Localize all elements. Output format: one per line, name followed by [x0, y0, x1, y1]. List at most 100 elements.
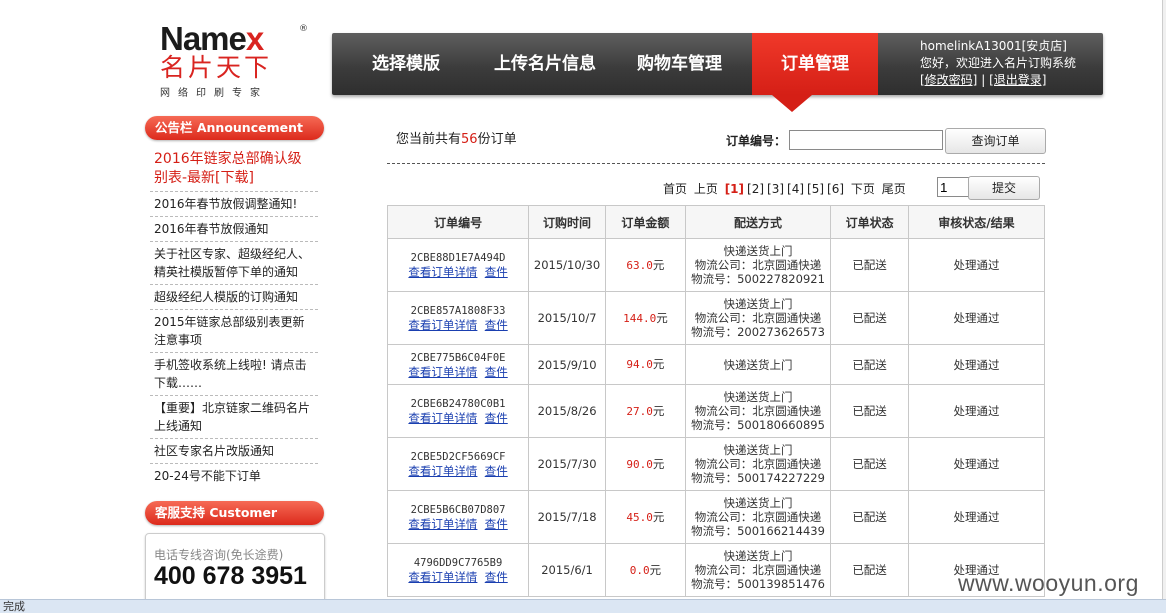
page-link[interactable]: [2] [747, 182, 764, 196]
order-id: 2CBE5B6CB07D807 [410, 504, 506, 516]
track-shipment-link[interactable]: 查件 [485, 365, 508, 379]
order-amount-cell: 63.0元 [604, 238, 686, 292]
browser-status-bar: 完成 [0, 599, 1166, 613]
order-detail-link[interactable]: 查看订单详情 [408, 365, 477, 379]
review-result: 处理通过 [907, 238, 1046, 292]
page-link[interactable]: [4] [787, 182, 804, 196]
order-detail-link[interactable]: 查看订单详情 [408, 517, 477, 531]
table-row: 2CBE857A1808F33 查看订单详情 查件 2015/10/7 144.0元快… [386, 291, 1046, 345]
order-amount-cell: 144.0元 [604, 291, 686, 345]
order-date: 2015/8/26 [528, 384, 606, 438]
currency-unit: 元 [652, 509, 665, 524]
announcement-item[interactable]: 2016年链家总部确认级别表-最新[下载] [150, 147, 318, 192]
order-status: 已配送 [830, 384, 909, 438]
order-amount-cell: 0.0元 [604, 543, 686, 597]
review-result: 处理通过 [907, 344, 1046, 385]
page-link[interactable]: [3] [767, 182, 784, 196]
change-password-link[interactable]: [修改密码] [920, 73, 977, 87]
last-page-link[interactable]: 尾页 [882, 182, 906, 196]
announcement-item[interactable]: 【重要】北京链家二维码名片上线通知 [150, 396, 318, 439]
currency-unit: 元 [652, 403, 665, 418]
nav-order-management[interactable]: 订单管理 [752, 33, 878, 95]
shipping-method: 快递送货上门 [723, 297, 793, 311]
tracking-number: 物流号：500180660895 [691, 418, 825, 432]
track-shipment-link[interactable]: 查件 [485, 517, 508, 531]
table-row: 2CBE775B6C04F0E 查看订单详情 查件 2015/9/10 94.0元 快递… [386, 344, 1046, 385]
announcement-item[interactable]: 手机签收系统上线啦! 请点击下载…… [150, 353, 318, 396]
logistics-company: 物流公司：北京圆通快递 [694, 563, 822, 577]
logistics-company: 物流公司：北京圆通快递 [694, 311, 822, 325]
pagination: 首页 上页 [1] [2] [3] [4] [5] [6] 下页 尾页 [663, 180, 909, 197]
announcement-item[interactable]: 超级经纪人模版的订购通知 [150, 285, 318, 310]
order-detail-link[interactable]: 查看订单详情 [408, 570, 477, 584]
divider [387, 163, 1045, 164]
order-status: 已配送 [830, 437, 909, 491]
track-shipment-link[interactable]: 查件 [485, 464, 508, 478]
announcement-item[interactable]: 20-24号不能下订单 [150, 464, 318, 488]
tracking-number: 物流号：500174227229 [691, 471, 825, 485]
first-page-link[interactable]: 首页 [663, 182, 687, 196]
order-amount-cell: 45.0元 [604, 490, 686, 544]
prev-page-link[interactable]: 上页 [694, 182, 718, 196]
column-header: 订单编号 [386, 205, 530, 239]
scrollbar-edge[interactable] [1162, 0, 1166, 599]
user-account: homelinkA13001[安贞店] [920, 39, 1067, 53]
tracking-number: 物流号：500227820921 [691, 272, 825, 286]
order-detail-link[interactable]: 查看订单详情 [408, 318, 477, 332]
order-count: 56 [461, 132, 478, 147]
announcement-item[interactable]: 关于社区专家、超级经纪人、精英社模版暂停下单的通知 [150, 242, 318, 285]
shipping-method: 快递送货上门 [723, 390, 793, 404]
order-amount: 45.0 [626, 510, 653, 524]
order-id: 2CBE775B6C04F0E [410, 351, 506, 364]
table-row: 2CBE6B24780C0B1 查看订单详情 查件 2015/8/26 27.0元 快递… [386, 384, 1046, 438]
logout-link[interactable]: [退出登录] [989, 73, 1046, 87]
announcement-item[interactable]: 2015年链家总部级别表更新注意事项 [150, 310, 318, 353]
nav-upload-card-info[interactable]: 上传名片信息 [480, 33, 610, 95]
shipping-cell: 快递送货上门 [684, 344, 832, 385]
column-header: 审核状态/结果 [907, 205, 1046, 239]
user-info: homelinkA13001[安贞店] 您好，欢迎进入名片订购系统 [修改密码]… [920, 38, 1076, 89]
tracking-number: 物流号：200273626573 [691, 325, 825, 339]
track-shipment-link[interactable]: 查件 [485, 265, 508, 279]
announcement-item[interactable]: 2016年春节放假调整通知! [150, 192, 318, 217]
order-date: 2015/10/30 [528, 238, 606, 292]
order-date: 2015/7/30 [528, 437, 606, 491]
order-amount-cell: 27.0元 [604, 384, 686, 438]
page-link[interactable]: [6] [827, 182, 844, 196]
page-link-current[interactable]: [1] [725, 182, 744, 196]
next-page-link[interactable]: 下页 [851, 182, 875, 196]
announcement-list: 2016年链家总部确认级别表-最新[下载] 2016年春节放假调整通知! 201… [150, 147, 318, 488]
announcement-item[interactable]: 社区专家名片改版通知 [150, 439, 318, 464]
order-id: 2CBE5D2CF5669CF [410, 451, 506, 463]
nav-select-template[interactable]: 选择模版 [346, 33, 466, 95]
page-submit-button[interactable]: 提交 [968, 176, 1040, 200]
shipping-cell: 快递送货上门 物流公司：北京圆通快递 物流号：500139851476 [684, 543, 832, 597]
currency-unit: 元 [649, 562, 662, 577]
page-link[interactable]: [5] [807, 182, 824, 196]
active-tab-pointer [772, 95, 812, 112]
currency-unit: 元 [652, 257, 665, 272]
order-id: 2CBE857A1808F33 [410, 305, 506, 317]
order-number-input[interactable] [789, 130, 943, 150]
order-detail-link[interactable]: 查看订单详情 [408, 411, 477, 425]
column-header: 订单状态 [830, 205, 909, 239]
review-result: 处理通过 [907, 437, 1046, 491]
track-shipment-link[interactable]: 查件 [485, 570, 508, 584]
shipping-method: 快递送货上门 [723, 244, 793, 258]
logo-chinese-name: 名片天下 [160, 53, 273, 82]
shipping-cell: 快递送货上门 物流公司：北京圆通快递 物流号：200273626573 [684, 291, 832, 345]
track-shipment-link[interactable]: 查件 [485, 318, 508, 332]
review-result: 处理通过 [907, 291, 1046, 345]
order-detail-link[interactable]: 查看订单详情 [408, 265, 477, 279]
track-shipment-link[interactable]: 查件 [485, 411, 508, 425]
query-order-button[interactable]: 查询订单 [945, 128, 1046, 154]
announcement-item[interactable]: 2016年春节放假通知 [150, 217, 318, 242]
order-id-cell: 4796DD9C7765B9 查看订单详情 查件 [386, 543, 530, 597]
welcome-text: 您好，欢迎进入名片订购系统 [920, 56, 1077, 70]
table-header-row: 订单编号 订购时间 订单金额 配送方式 订单状态 审核状态/结果 [386, 205, 1046, 239]
review-result: 处理通过 [907, 384, 1046, 438]
order-count-text: 您当前共有56份订单 [396, 132, 517, 147]
namex-logo[interactable]: Namex ® 名片天下 网络印刷专家 [160, 22, 310, 100]
order-detail-link[interactable]: 查看订单详情 [408, 464, 477, 478]
nav-cart-management[interactable]: 购物车管理 [622, 33, 737, 95]
